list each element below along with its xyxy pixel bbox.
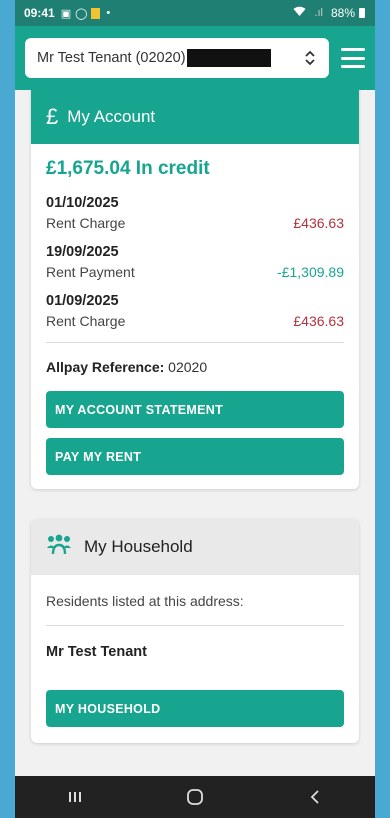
status-time: 09:41 [24, 6, 55, 20]
transaction-item: 19/09/2025 Rent Payment -£1,309.89 [46, 244, 344, 280]
transaction-amount: £436.63 [293, 215, 344, 231]
app-notification-icon [91, 7, 101, 19]
signal-icon: .ıl [314, 7, 323, 19]
transaction-item: 01/09/2025 Rent Charge £436.63 [46, 293, 344, 329]
more-notifications-icon: • [106, 7, 111, 19]
wifi-icon [293, 6, 306, 20]
gallery-notification-icon: ▣ [60, 7, 72, 20]
allpay-label: Allpay Reference: [46, 359, 165, 375]
transaction-type: Rent Payment [46, 264, 135, 280]
phone-screen: 09:41 ▣ ◯ • .ıl 88% Mr Test Tenant (0202… [15, 0, 375, 818]
account-statement-button[interactable]: MY ACCOUNT STATEMENT [46, 391, 344, 428]
app-header: Mr Test Tenant (02020) [15, 26, 375, 90]
status-bar: 09:41 ▣ ◯ • .ıl 88% [15, 0, 375, 26]
tenancy-select[interactable]: Mr Test Tenant (02020) [25, 38, 330, 78]
transaction-amount: -£1,309.89 [277, 264, 344, 280]
transaction-date: 19/09/2025 [46, 244, 119, 260]
hamburger-icon[interactable] [341, 48, 365, 68]
household-title: My Household [84, 537, 193, 556]
transaction-date: 01/10/2025 [46, 195, 119, 211]
transaction-date: 01/09/2025 [46, 293, 119, 309]
household-card-header: My Household [31, 519, 359, 575]
redaction-bar [186, 49, 271, 67]
household-card: My Household Residents listed at this ad… [31, 519, 359, 743]
account-title: My Account [67, 107, 156, 126]
residents-label: Residents listed at this address: [46, 593, 344, 626]
main-content[interactable]: £ My Account £1,675.04 In credit 01/10/2… [15, 90, 375, 776]
android-nav-bar [15, 776, 375, 818]
account-card: £ My Account £1,675.04 In credit 01/10/2… [31, 90, 359, 489]
divider [46, 342, 344, 343]
transaction-item: 01/10/2025 Rent Charge £436.63 [46, 195, 344, 231]
allpay-value: 02020 [168, 359, 208, 375]
transaction-type: Rent Charge [46, 215, 126, 231]
transaction-amount: £436.63 [293, 313, 344, 329]
account-card-body: £1,675.04 In credit 01/10/2025 Rent Char… [31, 144, 359, 489]
pound-icon: £ [46, 104, 59, 129]
home-icon[interactable] [175, 785, 215, 809]
resident-name: Mr Test Tenant [46, 644, 147, 660]
whatsapp-notification-icon: ◯ [75, 7, 88, 20]
chevron-updown-icon [303, 48, 317, 68]
tenancy-select-value: Mr Test Tenant (02020) [37, 50, 186, 66]
allpay-reference: Allpay Reference: 02020 [46, 359, 344, 375]
back-icon[interactable] [295, 785, 335, 809]
battery-icon [359, 8, 365, 18]
battery-percent: 88% [330, 6, 355, 20]
people-icon [46, 534, 84, 561]
pay-rent-button[interactable]: PAY MY RENT [46, 438, 344, 475]
household-card-body: Residents listed at this address: Mr Tes… [31, 575, 359, 743]
account-card-header: £ My Account [31, 90, 359, 144]
transaction-type: Rent Charge [46, 313, 126, 329]
my-household-button[interactable]: MY HOUSEHOLD [46, 690, 344, 727]
recent-apps-icon[interactable] [55, 785, 95, 809]
account-balance: £1,675.04 In credit [46, 158, 210, 179]
